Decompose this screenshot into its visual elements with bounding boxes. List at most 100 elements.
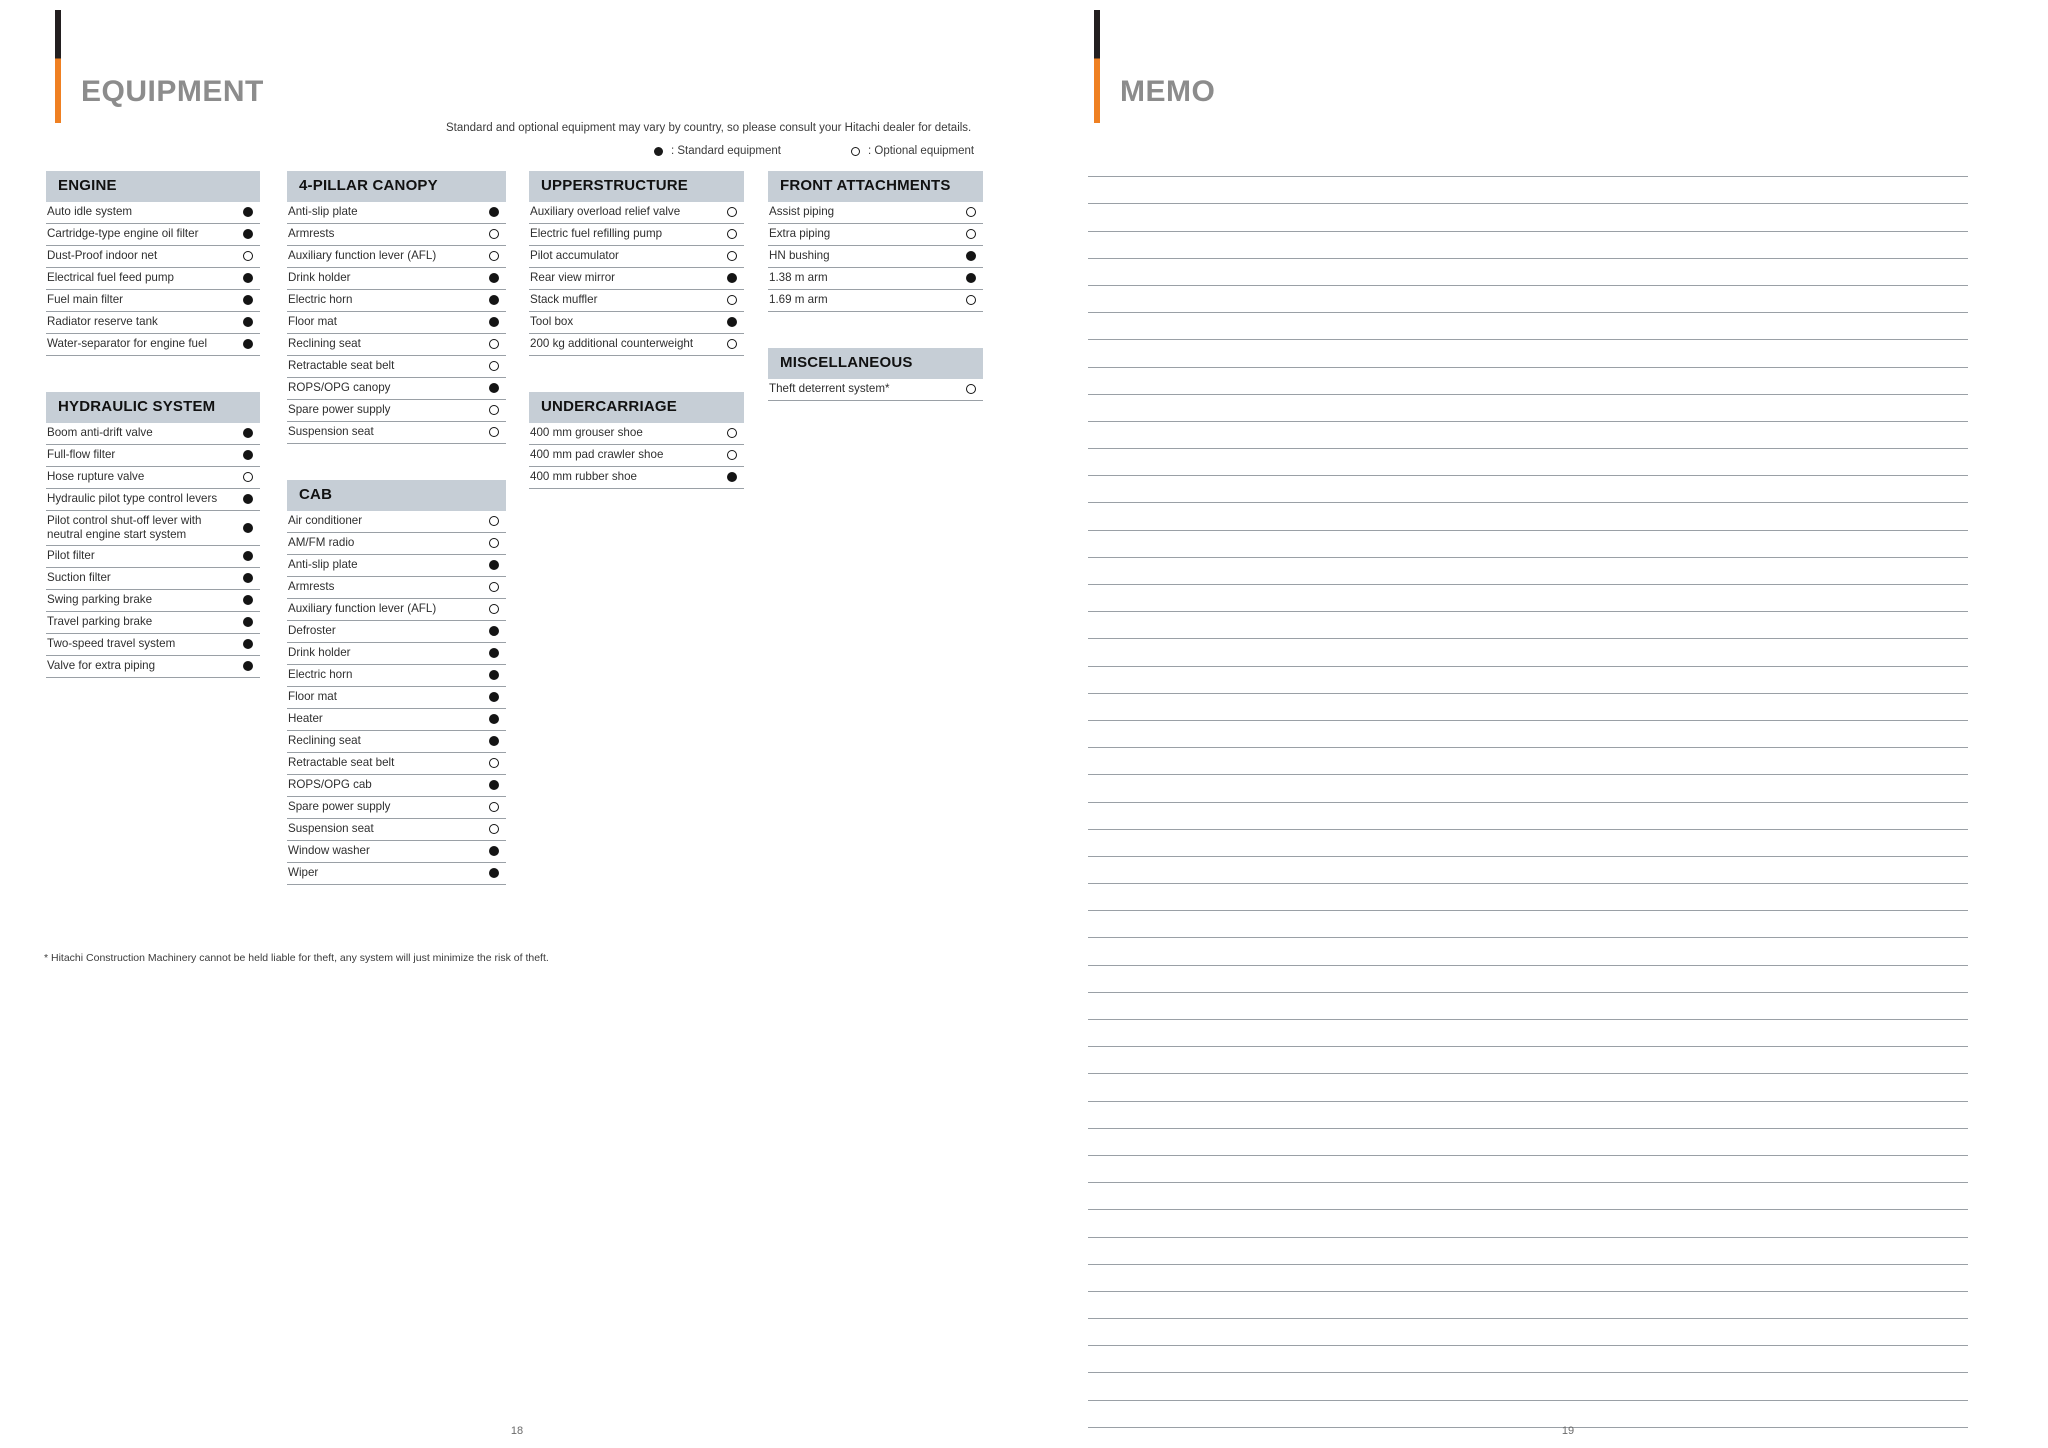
memo-line[interactable] bbox=[1088, 150, 1968, 178]
filled-circle-icon bbox=[966, 273, 976, 284]
equipment-label: Retractable seat belt bbox=[288, 755, 395, 769]
memo-line[interactable] bbox=[1088, 1292, 1968, 1320]
equipment-label: Floor mat bbox=[288, 689, 337, 703]
equipment-row: Rear view mirror bbox=[529, 268, 744, 290]
open-circle-icon bbox=[489, 427, 499, 438]
equipment-availability-note: Standard and optional equipment may vary… bbox=[446, 122, 972, 134]
equipment-label: Boom anti-drift valve bbox=[47, 425, 153, 439]
equipment-label: Electric fuel refilling pump bbox=[530, 227, 663, 241]
memo-line[interactable] bbox=[1088, 938, 1968, 966]
page-number-right: 19 bbox=[1561, 1425, 1575, 1437]
equipment-row: 200 kg additional counterweight bbox=[529, 334, 744, 356]
open-circle-icon bbox=[489, 824, 499, 834]
equipment-label: Drink holder bbox=[288, 271, 351, 285]
memo-line[interactable] bbox=[1088, 1373, 1968, 1401]
equipment-label: ROPS/OPG canopy bbox=[288, 381, 391, 395]
equipment-label: Theft deterrent system* bbox=[769, 381, 890, 395]
equipment-row: Radiator reserve tank bbox=[46, 312, 260, 334]
equipment-label: Wiper bbox=[288, 865, 319, 879]
memo-line[interactable] bbox=[1088, 612, 1968, 640]
memo-line[interactable] bbox=[1088, 585, 1968, 613]
section-heading: FRONT ATTACHMENTS bbox=[768, 171, 983, 202]
filled-circle-icon bbox=[489, 317, 499, 328]
equipment-row: Suspension seat bbox=[287, 819, 506, 841]
equipment-row: AM/FM radio bbox=[287, 533, 506, 555]
memo-line[interactable] bbox=[1088, 775, 1968, 803]
filled-circle-icon bbox=[966, 251, 976, 262]
open-circle-icon bbox=[727, 450, 737, 460]
equipment-row: Wiper bbox=[287, 863, 506, 885]
memo-line[interactable] bbox=[1088, 857, 1968, 885]
memo-line[interactable] bbox=[1088, 368, 1968, 395]
memo-line[interactable] bbox=[1088, 1401, 1968, 1428]
filled-circle-icon bbox=[489, 868, 499, 878]
filled-circle-icon bbox=[243, 207, 253, 218]
memo-line[interactable] bbox=[1088, 1102, 1968, 1129]
open-circle-icon bbox=[727, 295, 737, 306]
equipment-row: 1.69 m arm bbox=[768, 290, 983, 312]
equipment-label: Suspension seat bbox=[288, 821, 374, 835]
memo-line[interactable] bbox=[1088, 422, 1968, 450]
memo-line[interactable] bbox=[1088, 503, 1968, 531]
memo-line[interactable] bbox=[1088, 531, 1968, 558]
filled-circle-icon bbox=[243, 595, 253, 606]
memo-line[interactable] bbox=[1088, 1129, 1968, 1156]
memo-line[interactable] bbox=[1088, 803, 1968, 830]
memo-line[interactable] bbox=[1088, 721, 1968, 749]
memo-line[interactable] bbox=[1088, 911, 1968, 939]
memo-line[interactable] bbox=[1088, 449, 1968, 477]
equipment-row: Theft deterrent system* bbox=[768, 379, 983, 401]
memo-line[interactable] bbox=[1088, 1238, 1968, 1265]
open-circle-icon bbox=[727, 428, 737, 438]
equipment-label: Spare power supply bbox=[288, 799, 391, 813]
memo-line[interactable] bbox=[1088, 1265, 1968, 1292]
equipment-row: Valve for extra piping bbox=[46, 656, 260, 678]
memo-line[interactable] bbox=[1088, 395, 1968, 422]
memo-line[interactable] bbox=[1088, 204, 1968, 232]
equipment-label: Auxiliary overload relief valve bbox=[530, 205, 681, 219]
section-heading: CAB bbox=[287, 479, 506, 511]
memo-line[interactable] bbox=[1088, 694, 1968, 721]
equipment-row: Spare power supply bbox=[287, 797, 506, 819]
memo-line[interactable] bbox=[1088, 1346, 1968, 1374]
equipment-row: Assist piping bbox=[768, 202, 983, 224]
filled-circle-icon bbox=[243, 450, 253, 460]
equipment-row: Pilot control shut-off lever with neutra… bbox=[46, 511, 260, 546]
memo-line[interactable] bbox=[1088, 286, 1968, 314]
memo-line[interactable] bbox=[1088, 313, 1968, 341]
memo-line[interactable] bbox=[1088, 966, 1968, 993]
memo-line[interactable] bbox=[1088, 639, 1968, 667]
memo-line[interactable] bbox=[1088, 748, 1968, 776]
equipment-row: Heater bbox=[287, 709, 506, 731]
equipment-label: Auxiliary function lever (AFL) bbox=[288, 601, 437, 615]
memo-line[interactable] bbox=[1088, 476, 1968, 504]
equipment-row: Auxiliary function lever (AFL) bbox=[287, 246, 506, 268]
memo-line[interactable] bbox=[1088, 177, 1968, 205]
memo-line[interactable] bbox=[1088, 558, 1968, 585]
page-number-left: 18 bbox=[510, 1425, 524, 1437]
filled-circle-icon bbox=[727, 472, 737, 482]
open-circle-icon bbox=[727, 339, 737, 350]
equipment-row: Stack muffler bbox=[529, 290, 744, 312]
memo-line[interactable] bbox=[1088, 1210, 1968, 1238]
memo-line[interactable] bbox=[1088, 232, 1968, 259]
filled-circle-icon bbox=[489, 560, 499, 570]
memo-line[interactable] bbox=[1088, 1020, 1968, 1048]
memo-line[interactable] bbox=[1088, 884, 1968, 912]
memo-line[interactable] bbox=[1088, 667, 1968, 694]
memo-line[interactable] bbox=[1088, 1074, 1968, 1102]
open-circle-icon bbox=[966, 384, 976, 394]
memo-line[interactable] bbox=[1088, 830, 1968, 857]
memo-line[interactable] bbox=[1088, 1319, 1968, 1347]
memo-line[interactable] bbox=[1088, 259, 1968, 286]
memo-line[interactable] bbox=[1088, 340, 1968, 368]
section-heading: UPPERSTRUCTURE bbox=[529, 171, 744, 202]
memo-line[interactable] bbox=[1088, 1183, 1968, 1211]
memo-line[interactable] bbox=[1088, 1156, 1968, 1184]
legend-optional-label: : Optional equipment bbox=[868, 145, 975, 157]
memo-line[interactable] bbox=[1088, 993, 1968, 1020]
equipment-row: Boom anti-drift valve bbox=[46, 423, 260, 445]
memo-line[interactable] bbox=[1088, 1047, 1968, 1075]
equipment-label: Defroster bbox=[288, 623, 336, 637]
memo-writing-lines[interactable] bbox=[1088, 150, 1968, 1428]
